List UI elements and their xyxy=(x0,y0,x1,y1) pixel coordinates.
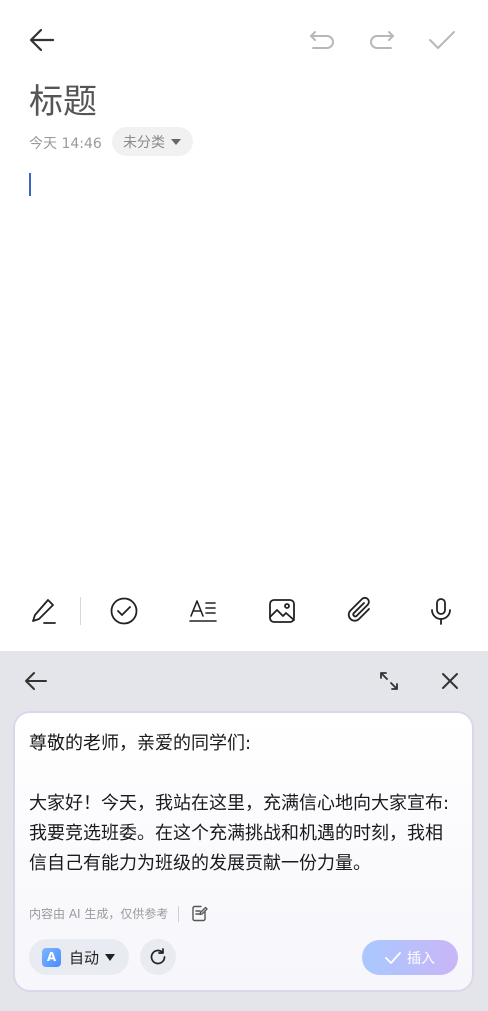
regenerate-button[interactable] xyxy=(140,939,176,975)
checklist-button[interactable] xyxy=(101,588,147,634)
redo-button[interactable] xyxy=(362,20,402,60)
editor-toolbar xyxy=(0,588,488,634)
refresh-icon xyxy=(150,948,166,965)
edit-note-icon xyxy=(192,905,209,922)
category-dropdown[interactable]: 未分类 xyxy=(112,127,193,156)
text-format-button[interactable] xyxy=(180,588,226,634)
generated-text[interactable]: 尊敬的老师，亲爱的同学们: 大家好！今天，我站在这里，充满信心地向大家宣布:我要… xyxy=(29,729,459,889)
category-label: 未分类 xyxy=(123,134,165,151)
disclaimer-divider xyxy=(178,905,180,922)
expand-button[interactable] xyxy=(373,665,405,697)
arrow-left-icon xyxy=(25,672,47,690)
close-icon xyxy=(442,673,458,689)
mode-label: 自动 xyxy=(69,948,100,967)
attachment-icon xyxy=(347,596,370,622)
text-format-icon xyxy=(189,600,217,622)
done-button[interactable] xyxy=(422,20,462,60)
arrow-left-icon xyxy=(29,28,55,52)
image-icon xyxy=(269,599,295,623)
top-bar xyxy=(0,0,488,80)
microphone-icon xyxy=(431,598,451,625)
ai-writing-panel: 尊敬的老师，亲爱的同学们: 大家好！今天，我站在这里，充满信心地向大家宣布:我要… xyxy=(0,651,488,1011)
insert-button[interactable]: 插入 xyxy=(362,940,458,975)
insert-label: 插入 xyxy=(407,950,435,967)
ai-result-card: 尊敬的老师，亲爱的同学们: 大家好！今天，我站在这里，充满信心地向大家宣布:我要… xyxy=(14,712,473,991)
expand-icon xyxy=(380,672,398,690)
dropdown-arrow-icon xyxy=(105,953,116,961)
panel-back-button[interactable] xyxy=(20,665,52,697)
note-timestamp: 今天 14:46 xyxy=(29,136,102,152)
checklist-icon xyxy=(110,597,138,625)
check-icon xyxy=(385,951,401,964)
ai-disclaimer-text: 内容由 AI 生成，仅供参考 xyxy=(29,907,169,921)
dropdown-arrow-icon xyxy=(171,138,181,145)
undo-button[interactable] xyxy=(302,20,342,60)
undo-icon xyxy=(310,31,334,49)
image-button[interactable] xyxy=(259,588,305,634)
handwriting-button[interactable] xyxy=(21,588,67,634)
feedback-button[interactable] xyxy=(191,905,209,922)
attachment-button[interactable] xyxy=(338,588,384,634)
check-icon xyxy=(429,31,455,49)
toolbar-divider xyxy=(80,597,81,625)
voice-input-button[interactable] xyxy=(418,588,464,634)
mode-badge-icon: A xyxy=(42,947,61,967)
redo-icon xyxy=(370,31,394,49)
panel-close-button[interactable] xyxy=(434,665,466,697)
panel-header xyxy=(0,651,488,711)
ai-disclaimer: 内容由 AI 生成，仅供参考 xyxy=(29,905,209,922)
back-button[interactable] xyxy=(22,20,62,60)
handwriting-icon xyxy=(32,599,56,624)
mode-dropdown[interactable]: A 自动 xyxy=(29,939,130,975)
text-cursor xyxy=(29,173,31,196)
note-title[interactable]: 标题 xyxy=(29,74,97,123)
